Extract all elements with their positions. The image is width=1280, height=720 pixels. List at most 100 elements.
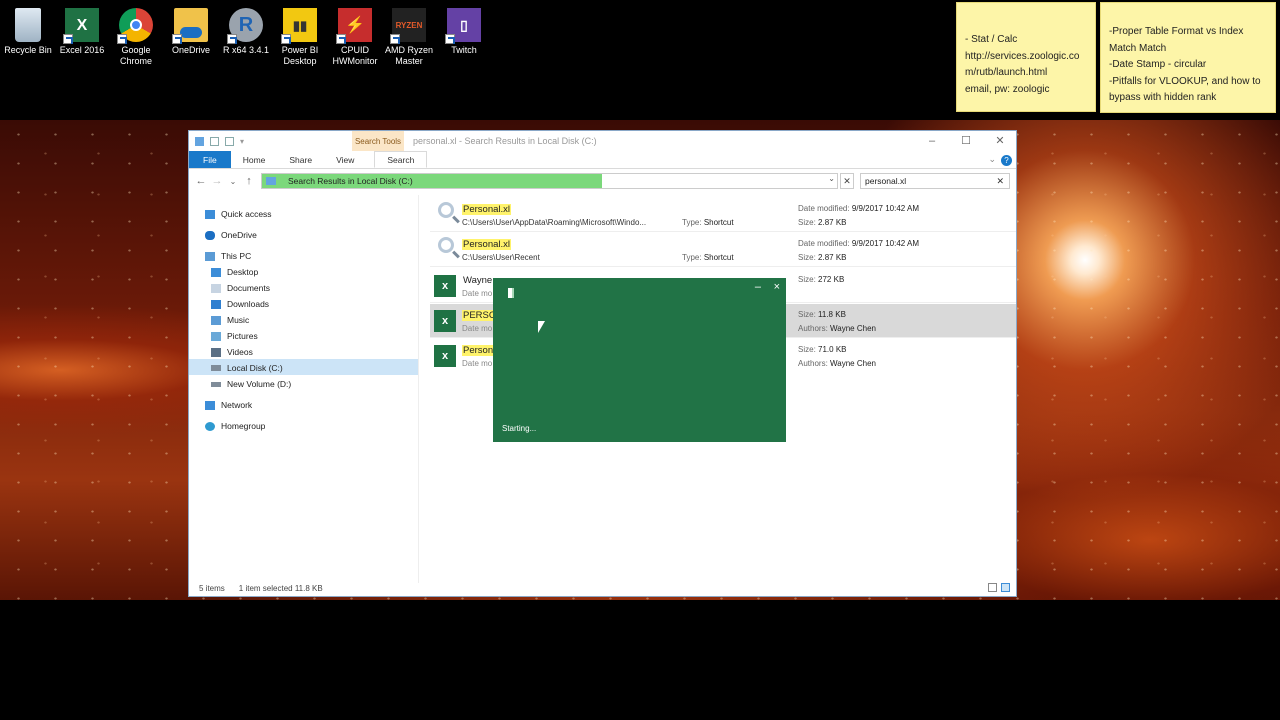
desktop-icon-label: CPUID HWMonitor [332, 45, 378, 66]
ribbon-tabs: File Home Share View Search ⌄ ? [189, 151, 1016, 169]
sticky-line: bypass with hidden rank [1109, 92, 1217, 103]
nav-videos[interactable]: Videos [211, 345, 253, 359]
file-size: Size: 272 KB [798, 275, 845, 284]
music-icon [211, 315, 221, 325]
large-icons-view-icon[interactable] [1001, 583, 1010, 592]
list-item[interactable]: Personal.xl C:\Users\User\AppData\Roamin… [430, 198, 1016, 232]
nav-quick-access[interactable]: Quick access [205, 207, 272, 221]
minimize-button[interactable]: – [922, 134, 942, 148]
properties-icon[interactable] [210, 136, 219, 146]
address-text: Search Results in Local Disk (C:) [288, 176, 413, 186]
tab-share[interactable]: Share [277, 151, 324, 168]
excel-file-icon: x [434, 345, 456, 367]
back-icon[interactable]: ← [193, 175, 209, 187]
splash-minimize-button[interactable]: – [755, 281, 761, 293]
navigation-pane: Quick access OneDrive This PC Desktop Do… [189, 195, 419, 583]
contextual-tab-search-tools: Search Tools [352, 131, 404, 151]
file-size: Size: 71.0 KB [798, 345, 847, 354]
file-name: Personal.xl [462, 204, 511, 215]
file-authors: Authors: Wayne Chen [798, 324, 876, 333]
sticky-note-2[interactable]: -Proper Table Format vs Index Match Matc… [1100, 2, 1276, 113]
desktop-icon-ryzen[interactable]: RYZEN AMD Ryzen Master [381, 4, 437, 67]
nav-onedrive[interactable]: OneDrive [205, 228, 257, 242]
search-folder-icon [266, 177, 276, 185]
close-button[interactable]: ✕ [990, 134, 1010, 148]
desktop-icon-label: Recycle Bin [4, 45, 52, 55]
nav-homegroup[interactable]: Homegroup [205, 419, 265, 433]
file-type: Type: Shortcut [682, 253, 734, 262]
up-icon[interactable]: ↑ [241, 175, 257, 187]
address-bar[interactable]: Search Results in Local Disk (C:) ⌄ [261, 173, 838, 189]
desktop-icon-hwmonitor[interactable]: ⚡ CPUID HWMonitor [327, 4, 383, 67]
nav-documents[interactable]: Documents [211, 281, 270, 295]
excel-logo-icon [508, 288, 514, 298]
videos-icon [211, 347, 221, 357]
file-name: PERSO [462, 310, 498, 321]
desktop-icon-label: Power BI Desktop [281, 45, 319, 66]
nav-pictures[interactable]: Pictures [211, 329, 258, 343]
nav-desktop[interactable]: Desktop [211, 265, 258, 279]
help-icon[interactable]: ? [1001, 155, 1012, 166]
title-bar[interactable]: ▾ Search Tools personal.xl - Search Resu… [189, 131, 1016, 151]
nav-music[interactable]: Music [211, 313, 249, 327]
drive-icon [211, 381, 221, 387]
onedrive-icon [172, 8, 208, 44]
nav-new-volume[interactable]: New Volume (D:) [211, 377, 291, 391]
tab-search[interactable]: Search [374, 151, 428, 168]
search-shortcut-icon [438, 202, 454, 218]
view-toggle [988, 583, 1010, 592]
nav-this-pc[interactable]: This PC [205, 249, 251, 263]
desktop-icon-label: Excel 2016 [59, 45, 105, 55]
file-name: Wayne [463, 275, 493, 286]
desktop-icon-recycle-bin[interactable]: Recycle Bin [0, 4, 56, 56]
recycle-bin-icon [15, 8, 41, 42]
desktop-icon-twitch[interactable]: ▯ Twitch [436, 4, 492, 56]
expand-ribbon-icon[interactable]: ⌄ [988, 154, 996, 165]
desktop-icon-chrome[interactable]: Google Chrome [108, 4, 164, 67]
network-icon [205, 400, 215, 410]
nav-local-disk[interactable]: Local Disk (C:) [211, 361, 283, 375]
file-authors: Authors: Wayne Chen [798, 359, 876, 368]
splash-close-button[interactable]: × [774, 281, 780, 293]
address-dropdown-icon[interactable]: ⌄ [828, 174, 835, 183]
desktop-icon-label: R x64 3.4.1 [222, 45, 270, 55]
stop-search-button[interactable]: ✕ [840, 173, 854, 189]
file-size: Size: 2.87 KB [798, 253, 847, 262]
sticky-note-1[interactable]: - Stat / Calc http://services.zoologic.c… [956, 2, 1096, 112]
desktop: { "desktop": { "icons": [ {"label": "Rec… [0, 0, 1280, 720]
forward-icon[interactable]: → [209, 175, 225, 187]
file-date-label: Date mo [462, 324, 493, 333]
maximize-button[interactable]: ☐ [956, 134, 976, 148]
hwmonitor-icon: ⚡ [336, 8, 372, 44]
tab-home[interactable]: Home [231, 151, 278, 168]
twitch-icon: ▯ [445, 8, 481, 44]
quick-access-dropdown-icon[interactable]: ▾ [240, 137, 244, 146]
item-count: 5 items [199, 583, 225, 593]
ryzen-icon: RYZEN [390, 8, 426, 44]
search-input-value: personal.xl [865, 176, 907, 186]
desktop-icon-excel[interactable]: X Excel 2016 [54, 4, 110, 56]
tab-view[interactable]: View [324, 151, 366, 168]
star-icon [205, 209, 215, 219]
desktop-icon-r[interactable]: R R x64 3.4.1 [218, 4, 274, 56]
recent-locations-icon[interactable]: ⌄ [225, 177, 241, 186]
search-input[interactable]: personal.xl ✕ [860, 173, 1010, 189]
nav-network[interactable]: Network [205, 398, 252, 412]
sticky-line: Match Match [1109, 42, 1167, 54]
details-view-icon[interactable] [988, 583, 997, 592]
sticky-line: email, pw: zoologic [965, 83, 1050, 95]
homegroup-icon [205, 421, 215, 431]
desktop-icon [211, 267, 221, 277]
nav-downloads[interactable]: Downloads [211, 297, 269, 311]
desktop-icon-onedrive[interactable]: OneDrive [163, 4, 219, 56]
selection-info: 1 item selected 11.8 KB [238, 583, 323, 593]
splash-status-text: Starting... [502, 424, 537, 433]
new-folder-icon[interactable] [225, 136, 234, 146]
tab-file[interactable]: File [189, 151, 231, 168]
desktop-icon-label: Google Chrome [119, 45, 152, 66]
desktop-icon-powerbi[interactable]: ▮▮ Power BI Desktop [272, 4, 328, 67]
status-bar: 5 items 1 item selected 11.8 KB [189, 580, 1016, 596]
excel-file-icon: x [434, 275, 456, 297]
list-item[interactable]: Personal.xl C:\Users\User\Recent Type: S… [430, 233, 1016, 267]
clear-search-icon[interactable]: ✕ [996, 174, 1004, 188]
